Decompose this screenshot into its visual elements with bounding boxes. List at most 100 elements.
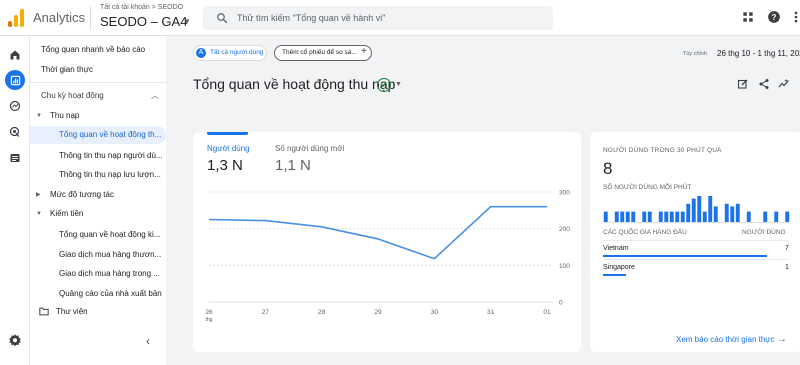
metric-value: 1,1 N [275,157,311,174]
expand-arrow-icon[interactable]: ▼ [36,107,42,125]
row-divider [603,259,790,260]
comparison-letter-icon: A [196,48,206,58]
nav-item-traffic-acquisition[interactable]: Thông tin thu nạp lưu lượn... [59,166,163,184]
collapsed-arrow-icon[interactable]: ▶ [36,186,41,204]
search-bar[interactable] [203,6,553,30]
minute-bar [713,206,718,222]
add-comparison-chip[interactable]: Thêm cổ phiếu để so sá... + [274,45,372,61]
country-share-bar [603,274,627,276]
minute-bar [746,211,751,222]
caret-down-icon[interactable]: ▼ [395,81,402,88]
nav-item-engagement[interactable]: Mức độ tương tác [50,186,150,204]
arrow-right-icon: → [776,334,787,345]
add-comparison-label: Thêm cổ phiếu để so sá... [282,49,357,56]
property-selector[interactable]: SEODO – GA4 [100,14,187,29]
divider [90,6,91,30]
more-vert-icon[interactable] [789,10,800,24]
minute-bar [675,211,680,222]
minute-bar [620,211,625,222]
nav-item-publisher-ads[interactable]: Quảng cáo của nhà xuất bản [59,285,163,303]
nav-divider [30,82,166,83]
insights-icon[interactable] [778,78,790,90]
per-minute-label: SỐ NGƯỜI DÙNG MỖI PHÚT [603,184,692,191]
minute-bar [603,211,608,222]
advertising-icon[interactable] [5,122,25,142]
minute-bar [708,196,713,222]
country-share-bar [603,255,767,257]
y-tick-label: 0 [559,300,563,307]
country-column-header: CÁC QUỐC GIA HÀNG ĐẦU [603,229,687,236]
add-icon: + [361,46,367,57]
collapse-nav-icon[interactable]: ‹ [146,334,150,348]
minute-bar [642,211,647,222]
customize-report-icon[interactable] [737,78,749,90]
country-name: Vietnam [603,245,629,252]
reports-icon[interactable] [5,70,25,90]
nav-item-reports-snapshot[interactable]: Tổng quan nhanh về báo cáo [41,41,161,59]
metric-value: 1,3 N [207,157,243,174]
realtime-title: NGƯỜI DÙNG TRONG 30 PHÚT QUA [603,147,722,154]
share-icon[interactable] [758,78,770,90]
nav-item-realtime[interactable]: Thời gian thực [41,61,161,79]
apps-grid-icon[interactable] [741,10,755,24]
date-preset-label: Tùy chỉnh [683,51,707,57]
nav-item-monetization-overview[interactable]: Tổng quan về hoạt động ki... [59,226,163,244]
country-users: 1 [785,264,789,271]
metric-label: Số người dùng mới [275,144,345,153]
metric-label: Người dùng [207,144,250,153]
y-tick-label: 300 [559,190,570,197]
comparison-chip[interactable]: A Tất cả người dùng [193,45,267,61]
y-tick-label: 100 [559,263,570,270]
minute-bar [614,211,619,222]
nav-item-user-acquisition[interactable]: Thông tin thu nạp người dù... [59,147,163,165]
users-line-chart: 300 200 100 0 26 27 28 29 30 31 01 thg [205,190,570,324]
chevron-up-icon[interactable]: ︿ [151,87,159,105]
nav-item-library[interactable]: Thư viện [56,303,156,321]
settings-gear-icon[interactable] [8,333,22,347]
top-bar: Analytics Tất cả tài khoản > SEODO SEODO… [0,0,800,36]
home-icon[interactable] [5,45,25,65]
x-tick-label: 30 [431,309,439,316]
x-tick-label: 26 [205,309,213,316]
explore-icon[interactable] [5,96,25,116]
series-line [208,205,547,260]
nav-item-ecommerce-purchases[interactable]: Giao dịch mua hàng thươn... [59,246,163,264]
minute-bar [686,203,691,222]
search-input[interactable] [237,6,537,30]
per-minute-bar-chart [603,196,790,223]
minute-bar [774,211,779,222]
y-tick-label: 200 [559,226,570,233]
nav-section-lifecycle[interactable]: Chu kỳ hoạt động [41,87,146,105]
caret-down-icon[interactable]: ▼ [183,17,191,26]
date-range-picker[interactable]: 26 thg 10 - 1 thg 11, 202 [717,49,800,58]
check-circle-icon[interactable] [377,78,391,92]
minute-bar [697,196,702,222]
expand-arrow-icon[interactable]: ▼ [36,205,42,223]
view-realtime-label: Xem báo cáo thời gian thực [676,335,775,344]
country-users: 7 [785,245,789,252]
analytics-logo-icon[interactable] [8,9,24,27]
nav-item-acquisition[interactable]: Thu nạp [50,107,150,125]
minute-bar [625,211,630,222]
nav-item-in-app-purchases[interactable]: Giao dịch mua hàng trong ... [59,265,163,283]
x-tick-label: 28 [318,309,326,316]
x-tick-label: 01 [543,309,551,316]
account-breadcrumb[interactable]: Tất cả tài khoản > SEODO [100,4,183,11]
minute-bar [691,198,696,222]
realtime-user-count: 8 [603,159,613,178]
row-divider [603,240,790,241]
minute-bar [702,211,707,222]
nav-item-monetization[interactable]: Kiếm tiền [50,205,150,223]
svg-text:?: ? [772,13,777,22]
minute-bar [735,203,740,222]
realtime-card: NGƯỜI DÙNG TRONG 30 PHÚT QUA 8 SỐ NGƯỜI … [590,132,800,352]
main-content: A Tất cả người dùng Thêm cổ phiếu để so … [166,36,800,365]
configure-icon[interactable] [5,148,25,168]
app-name: Analytics [33,10,86,25]
x-tick-label: 29 [374,309,382,316]
view-realtime-link[interactable]: Xem báo cáo thời gian thực → [676,334,787,345]
nav-item-acquisition-overview[interactable]: Tổng quan về hoạt động th... [30,126,166,144]
minute-bar [631,211,636,222]
minute-bar [669,211,674,222]
help-icon[interactable]: ? [767,10,781,24]
